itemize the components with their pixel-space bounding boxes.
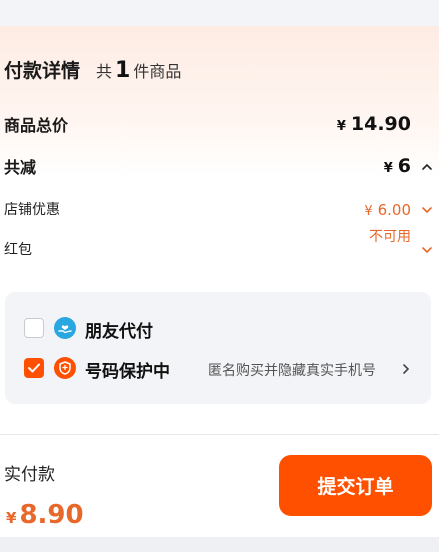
shop-discount-price[interactable]: ¥ 6.00 [364,201,411,219]
currency-symbol: ¥ [6,509,17,527]
red-packet-label: 红包 [4,242,32,258]
shop-discount-value: 6.00 [377,201,411,219]
item-count: 共 1 件商品 [96,58,181,83]
privacy-label[interactable]: 号码保护中 [85,357,170,382]
chevron-right-icon[interactable] [401,363,411,375]
currency-symbol: ¥ [364,204,373,219]
goods-total-value: 14.90 [350,113,411,135]
privacy-checkbox[interactable] [24,358,44,378]
red-packet-status[interactable]: 不可用 [369,226,411,246]
goods-total-label: 商品总价 [4,116,69,135]
payment-details-title: 付款详情 [4,60,81,82]
item-count-number: 1 [115,58,131,83]
shop-discount-label: 店铺优惠 [4,202,60,218]
friend-pay-label[interactable]: 朋友代付 [85,317,153,342]
goods-total-price: ¥ 14.90 [337,113,411,135]
service-options-panel [5,292,431,404]
shield-icon [54,357,76,379]
top-strip [0,0,439,26]
discount-total-value: 6 [397,155,411,177]
currency-symbol: ¥ [383,161,393,176]
friend-pay-checkbox[interactable] [24,318,44,338]
discount-total-price[interactable]: ¥ 6 [384,155,411,177]
discount-total-label: 共减 [4,158,37,177]
hand-heart-icon [54,317,76,339]
privacy-description[interactable]: 匿名购买并隐藏真实手机号 [208,360,376,380]
submit-order-button[interactable]: 提交订单 [279,455,432,516]
chevron-down-icon[interactable] [421,204,433,216]
amount-paid-price: ¥ 8.90 [6,500,84,530]
amount-paid-value: 8.90 [19,500,84,530]
item-count-prefix: 共 [96,62,113,81]
currency-symbol: ¥ [336,119,346,134]
chevron-up-icon[interactable] [421,161,433,173]
checkmark-icon [28,363,40,373]
amount-paid-label: 实付款 [4,465,55,485]
chevron-down-icon[interactable] [421,244,433,256]
bottom-strip [0,537,439,552]
item-count-suffix: 件商品 [133,62,182,81]
